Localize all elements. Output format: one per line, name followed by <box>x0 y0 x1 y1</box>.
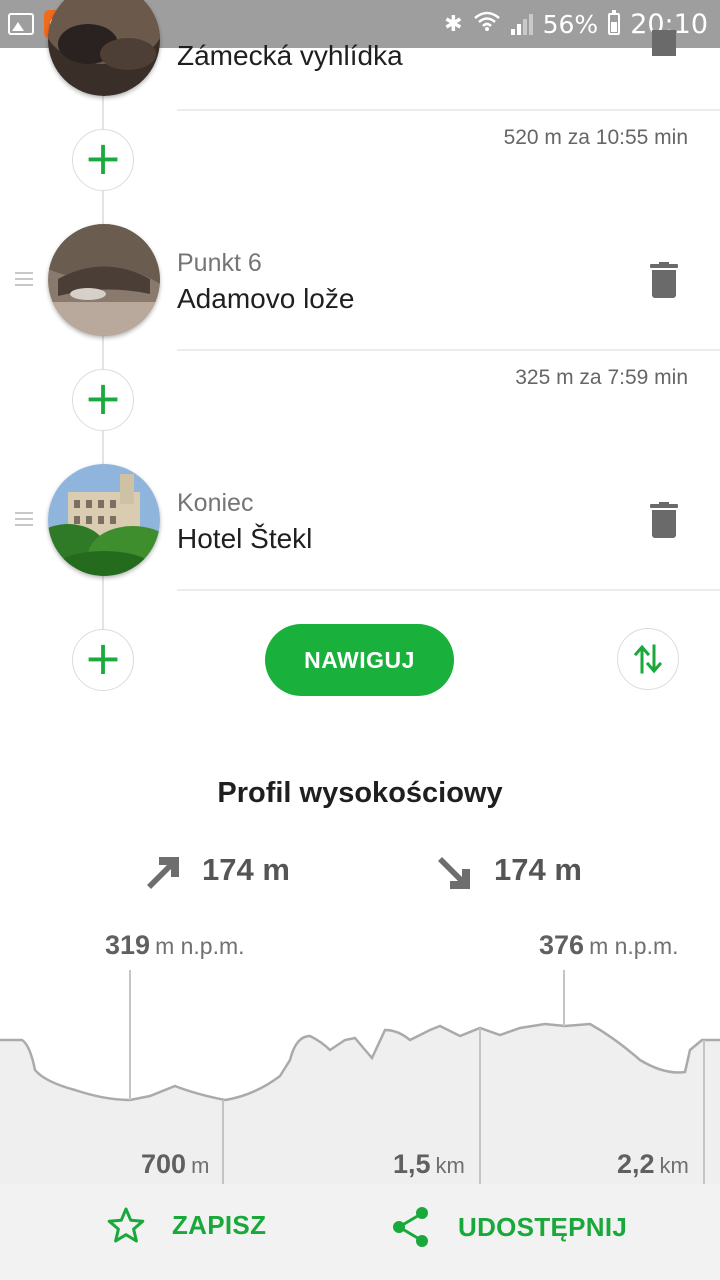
max-elevation-label: 376 m n.p.m. <box>539 930 679 961</box>
distance-label: 700 m <box>141 1149 209 1180</box>
share-label: UDOSTĘPNIJ <box>458 1211 628 1242</box>
elevation-chart[interactable] <box>0 0 720 1280</box>
min-elevation-value: 319 <box>105 930 151 960</box>
bottom-action-bar: ZAPISZ UDOSTĘPNIJ <box>0 1184 720 1280</box>
distance-label: 2,2 km <box>617 1149 689 1180</box>
distance-unit: km <box>435 1153 465 1178</box>
distance-value: 700 <box>141 1149 187 1179</box>
save-label: ZAPISZ <box>172 1209 267 1240</box>
distance-unit: m <box>191 1153 210 1178</box>
min-elevation-unit: m n.p.m. <box>155 933 245 959</box>
share-route-button[interactable]: UDOSTĘPNIJ <box>390 1206 627 1248</box>
share-icon <box>393 1207 428 1247</box>
max-elevation-value: 376 <box>539 930 585 960</box>
distance-value: 2,2 <box>617 1149 655 1179</box>
elevation-area <box>0 1024 720 1184</box>
min-elevation-label: 319 m n.p.m. <box>105 930 245 961</box>
save-route-button[interactable]: ZAPISZ <box>106 1206 266 1244</box>
max-elevation-unit: m n.p.m. <box>589 933 679 959</box>
distance-unit: km <box>659 1153 689 1178</box>
distance-value: 1,5 <box>393 1149 431 1179</box>
distance-label: 1,5 km <box>393 1149 465 1180</box>
star-outline-icon <box>107 1207 145 1243</box>
